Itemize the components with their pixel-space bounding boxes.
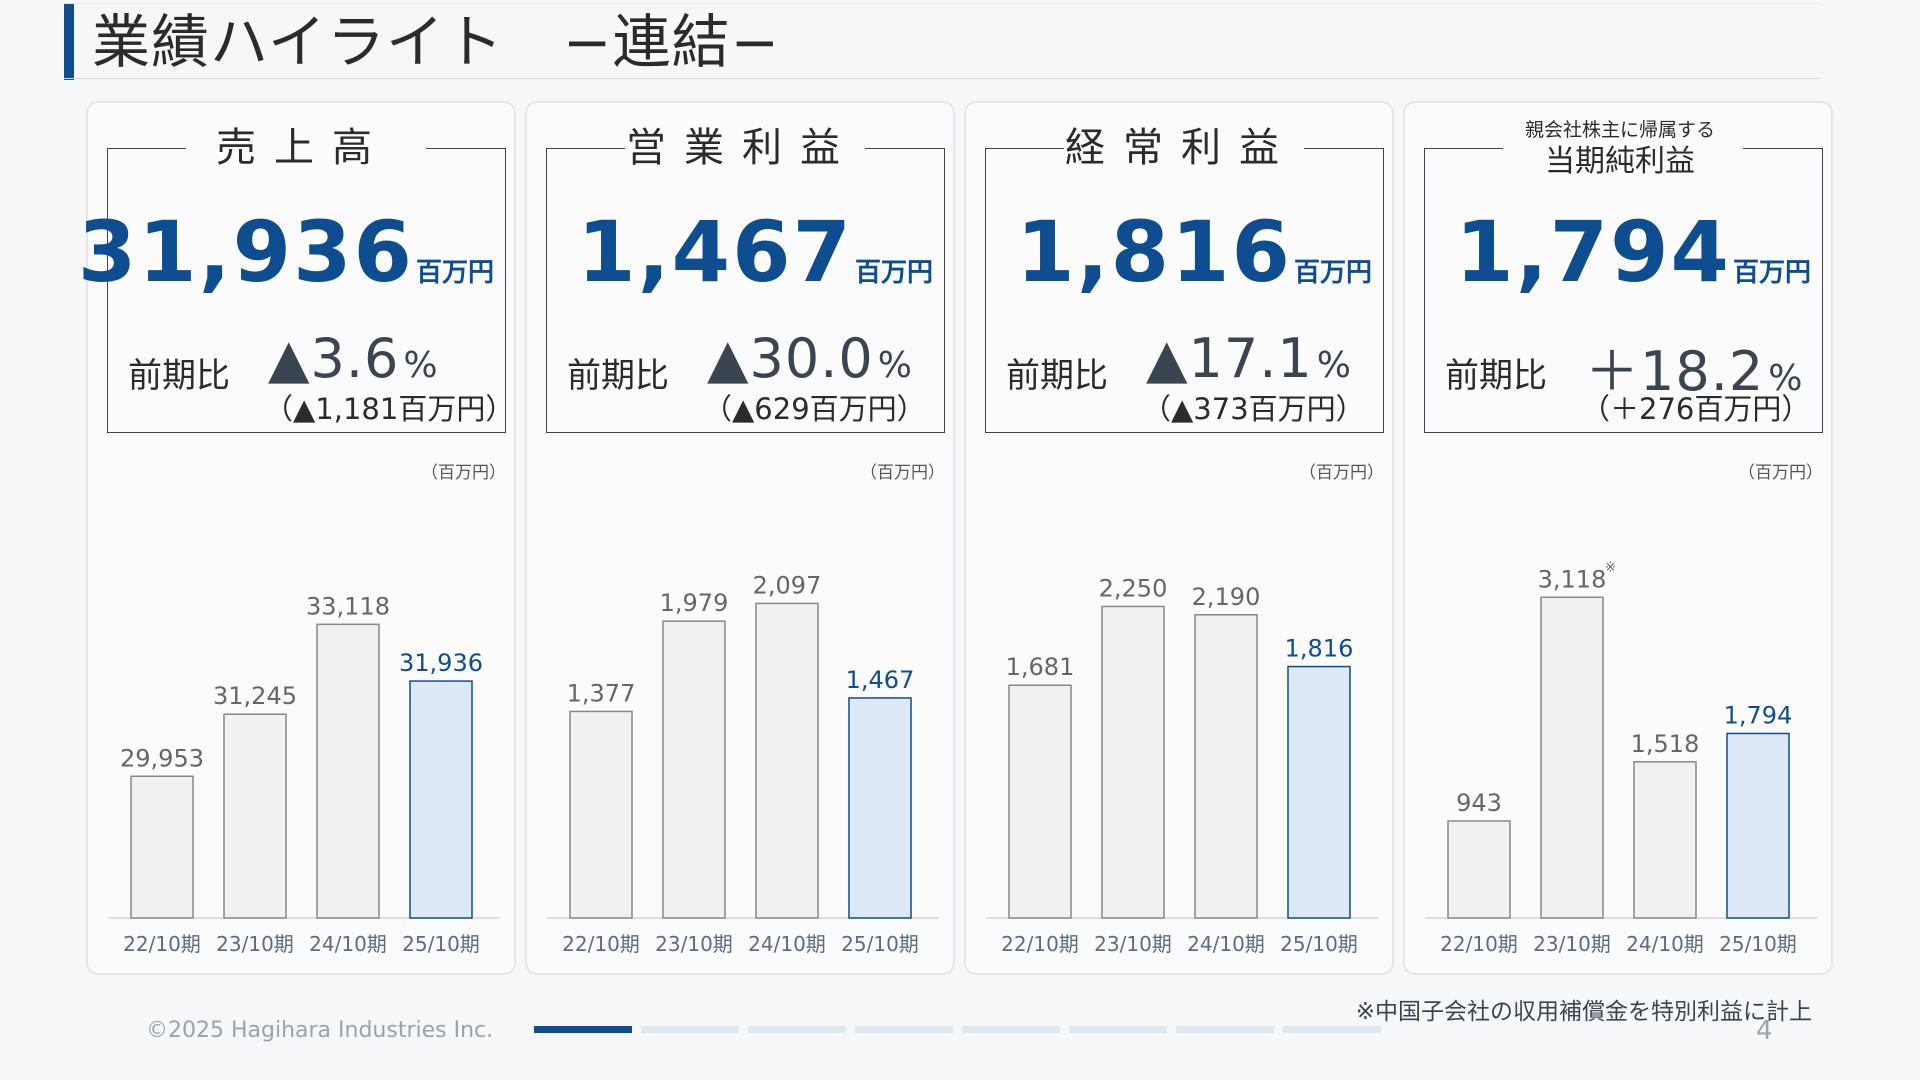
x-tick-label: 24/10期 bbox=[309, 932, 387, 956]
yoy-change-amount: （▲373百万円） bbox=[1142, 392, 1365, 426]
metric-title: 親会社株主に帰属する 当期純利益 bbox=[1405, 118, 1835, 182]
bar-24/10期 bbox=[755, 602, 819, 919]
bar-value-label: 3,118 bbox=[1538, 565, 1607, 593]
bar-value-label: 2,097 bbox=[753, 571, 822, 599]
yoy-change-percent: ▲17.1% bbox=[1146, 327, 1352, 390]
bar-value-label: 1,816 bbox=[1285, 635, 1354, 663]
bar-value-label: 2,190 bbox=[1192, 583, 1261, 611]
bar-value-label: 1,467 bbox=[846, 666, 915, 694]
yoy-label: 前期比 bbox=[1445, 356, 1547, 396]
metric-title: 経常利益 bbox=[1065, 125, 1297, 171]
bar-22/10期 bbox=[1008, 684, 1072, 919]
bar-value-label: 31,936 bbox=[399, 649, 483, 677]
bar-value-label: 1,518 bbox=[1631, 730, 1700, 758]
card-net-income: 親会社株主に帰属する 当期純利益 1,794百万円 前期比 ＋18.2% （＋27… bbox=[1403, 101, 1833, 975]
bar-22/10期 bbox=[130, 775, 194, 919]
card-ordinary-profit: 経常利益 1,816百万円 前期比 ▲17.1% （▲373百万円） （百万円）… bbox=[964, 101, 1394, 975]
progress-segment bbox=[641, 1026, 739, 1033]
yoy-change-percent: ▲30.0% bbox=[707, 327, 913, 390]
slide-progress-bar bbox=[534, 1026, 1384, 1033]
bar-value-label: 1,979 bbox=[660, 589, 729, 617]
x-tick-label: 23/10期 bbox=[1533, 932, 1611, 956]
bar-25/10期 bbox=[848, 697, 912, 919]
progress-segment bbox=[1283, 1026, 1381, 1033]
title-rule bbox=[64, 78, 1820, 79]
chart-unit-label: （百万円） bbox=[1738, 463, 1823, 483]
card-operating-profit: 営業利益 1,467百万円 前期比 ▲30.0% （▲629百万円） （百万円）… bbox=[525, 101, 955, 975]
bar-value-label: 1,377 bbox=[567, 679, 636, 707]
x-tick-label: 23/10期 bbox=[216, 932, 294, 956]
chart-unit-label: （百万円） bbox=[860, 463, 945, 483]
yoy-label: 前期比 bbox=[128, 356, 230, 396]
progress-segment bbox=[534, 1026, 632, 1033]
footnote: ※中国子会社の収用補償金を特別利益に計上 bbox=[1355, 999, 1812, 1025]
metric-subtitle: 親会社株主に帰属する bbox=[1524, 119, 1715, 141]
metric-title: 営業利益 bbox=[626, 125, 858, 171]
bar-value-label: 33,118 bbox=[306, 592, 390, 620]
bar-annotation-mark: ※ bbox=[1605, 560, 1616, 575]
progress-segment bbox=[1176, 1026, 1274, 1033]
bar-value-label: 1,794 bbox=[1724, 701, 1793, 729]
progress-segment bbox=[855, 1026, 953, 1033]
x-tick-label: 22/10期 bbox=[562, 932, 640, 956]
yoy-change-amount: （▲629百万円） bbox=[703, 392, 926, 426]
bar-25/10期 bbox=[1726, 732, 1790, 919]
bar-chart: （百万円） 943 22/10期 3,118※ 23/10期 1,518 24/10期 1,7… bbox=[1425, 463, 1823, 956]
x-tick-label: 25/10期 bbox=[841, 932, 919, 956]
bar-24/10期 bbox=[316, 623, 380, 919]
card-net-sales: 売上高 31,936百万円 前期比 ▲3.6% （▲1,181百万円） （百万円… bbox=[78, 101, 516, 975]
x-tick-label: 25/10期 bbox=[1280, 932, 1358, 956]
bar-23/10期 bbox=[1101, 605, 1165, 919]
bar-value-label: 1,681 bbox=[1006, 653, 1075, 681]
x-tick-label: 25/10期 bbox=[1719, 932, 1797, 956]
metric-value: 1,794百万円 bbox=[1455, 203, 1811, 301]
bar-value-label: 29,953 bbox=[120, 744, 204, 772]
progress-segment bbox=[1069, 1026, 1167, 1033]
bar-22/10期 bbox=[1447, 820, 1511, 919]
bar-25/10期 bbox=[1287, 665, 1351, 919]
bar-25/10期 bbox=[409, 680, 473, 919]
x-tick-label: 23/10期 bbox=[1094, 932, 1172, 956]
x-tick-label: 22/10期 bbox=[1440, 932, 1518, 956]
bar-chart: （百万円） 29,953 22/10期 31,245 23/10期 33,118 24/10… bbox=[108, 463, 506, 956]
title-accent-bar bbox=[64, 4, 74, 80]
bar-23/10期 bbox=[223, 713, 287, 919]
metric-value: 1,816百万円 bbox=[1016, 203, 1372, 301]
bar-chart: （百万円） 1,681 22/10期 2,250 23/10期 2,190 24/10期 1,… bbox=[986, 463, 1384, 956]
bar-24/10期 bbox=[1194, 614, 1258, 919]
yoy-label: 前期比 bbox=[567, 356, 669, 396]
x-tick-label: 23/10期 bbox=[655, 932, 733, 956]
x-tick-label: 22/10期 bbox=[123, 932, 201, 956]
x-tick-label: 22/10期 bbox=[1001, 932, 1079, 956]
progress-segment bbox=[748, 1026, 846, 1033]
yoy-change-amount: （＋276百万円） bbox=[1581, 392, 1811, 426]
metric-value: 1,467百万円 bbox=[577, 203, 933, 301]
yoy-change-amount: （▲1,181百万円） bbox=[264, 392, 515, 426]
bar-value-label: 943 bbox=[1456, 789, 1502, 817]
x-tick-label: 24/10期 bbox=[1626, 932, 1704, 956]
page-title: 業績ハイライト −連結− bbox=[92, 8, 781, 76]
x-tick-label: 24/10期 bbox=[748, 932, 826, 956]
copyright: ©2025 Hagihara Industries Inc. bbox=[146, 1018, 494, 1043]
metric-value: 31,936百万円 bbox=[77, 203, 494, 301]
progress-segment bbox=[962, 1026, 1060, 1033]
chart-unit-label: （百万円） bbox=[1299, 463, 1384, 483]
bar-value-label: 31,245 bbox=[213, 682, 297, 710]
yoy-change-percent: ▲3.6% bbox=[268, 327, 439, 390]
page-number: 4 bbox=[1756, 1016, 1773, 1046]
bar-24/10期 bbox=[1633, 761, 1697, 919]
metric-title: 売上高 bbox=[216, 125, 390, 171]
bar-23/10期 bbox=[662, 620, 726, 919]
bar-22/10期 bbox=[569, 710, 633, 919]
x-tick-label: 25/10期 bbox=[402, 932, 480, 956]
bar-value-label: 2,250 bbox=[1099, 574, 1168, 602]
yoy-label: 前期比 bbox=[1006, 356, 1108, 396]
x-tick-label: 24/10期 bbox=[1187, 932, 1265, 956]
bar-chart: （百万円） 1,377 22/10期 1,979 23/10期 2,097 24/10期 1,… bbox=[547, 463, 945, 956]
chart-unit-label: （百万円） bbox=[421, 463, 506, 483]
bar-23/10期 bbox=[1540, 596, 1604, 919]
